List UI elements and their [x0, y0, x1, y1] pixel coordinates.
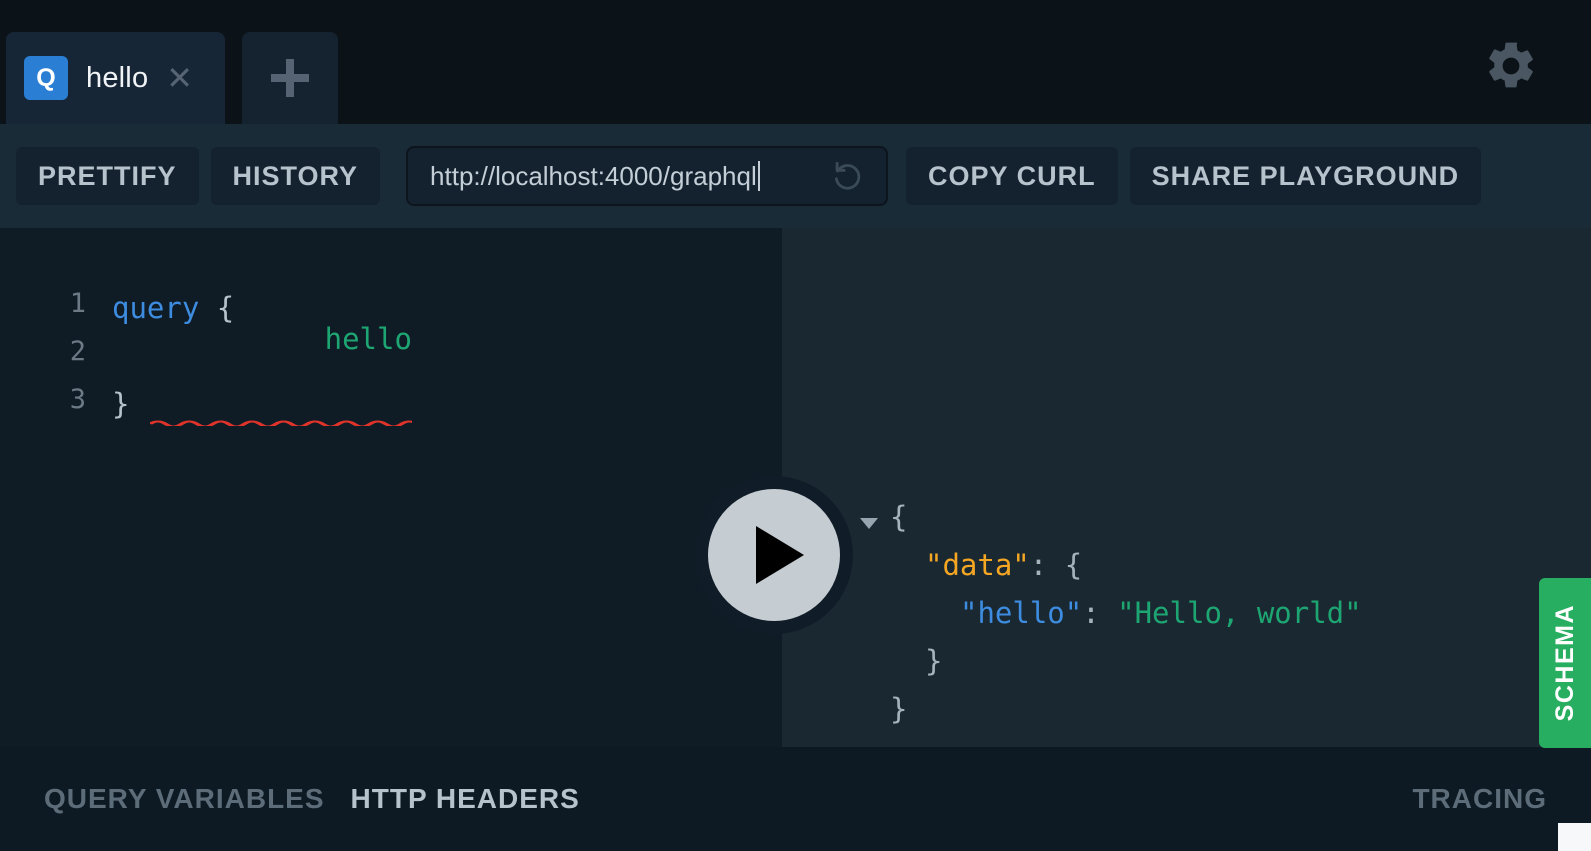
- code-line-2: hello: [150, 332, 412, 380]
- code-line-3: }: [112, 380, 129, 428]
- response-open-brace: {: [890, 500, 907, 534]
- response-key-data: "data": [925, 548, 1030, 582]
- settings-button[interactable]: [1483, 38, 1539, 94]
- tab-hello[interactable]: Q hello ✕: [6, 32, 225, 124]
- endpoint-value: http://localhost:4000/graphql: [430, 161, 757, 192]
- endpoint-input[interactable]: http://localhost:4000/graphql: [406, 146, 888, 206]
- response-key-hello: "hello": [960, 596, 1082, 630]
- response-data-close-brace: }: [925, 644, 942, 678]
- tab-http-headers[interactable]: HTTP HEADERS: [351, 783, 580, 815]
- tab-tracing[interactable]: TRACING: [1412, 783, 1547, 815]
- error-squiggle-icon: [150, 418, 412, 426]
- reset-history-icon: [830, 159, 864, 193]
- response-line-5: }: [890, 685, 907, 733]
- bottom-bar: QUERY VARIABLES HTTP HEADERS TRACING: [0, 747, 1591, 851]
- tab-query-variables[interactable]: QUERY VARIABLES: [44, 783, 325, 815]
- reset-history-button[interactable]: [830, 159, 864, 193]
- gear-icon: [1483, 38, 1539, 94]
- copy-curl-button[interactable]: COPY CURL: [906, 147, 1118, 205]
- schema-tab-label: SCHEMA: [1551, 604, 1580, 721]
- fold-arrow-icon[interactable]: [860, 518, 878, 529]
- close-brace: }: [112, 387, 129, 421]
- playground-root: Q hello ✕ PRETTIFY HISTORY http://localh…: [0, 0, 1591, 851]
- window-resize-handle[interactable]: [1558, 823, 1591, 851]
- field-hello-text: hello: [325, 322, 412, 356]
- history-button[interactable]: HISTORY: [211, 147, 381, 205]
- share-playground-button[interactable]: SHARE PLAYGROUND: [1130, 147, 1482, 205]
- prettify-button[interactable]: PRETTIFY: [16, 147, 199, 205]
- main-split: 1 2 3 query { hello } {: [0, 228, 1591, 747]
- field-hello: hello: [150, 288, 412, 424]
- line-number: 1: [38, 288, 86, 319]
- plus-icon: [271, 59, 309, 97]
- tab-title: hello: [86, 62, 148, 95]
- query-editor-pane[interactable]: 1 2 3 query { hello }: [0, 228, 782, 747]
- response-line-3: "hello": "Hello, world": [960, 589, 1362, 637]
- response-value-hello: "Hello, world": [1117, 596, 1361, 630]
- response-data-open-brace: {: [1065, 548, 1082, 582]
- close-icon[interactable]: ✕: [166, 62, 193, 94]
- tab-badge-letter: Q: [36, 64, 55, 93]
- response-line-1: {: [890, 493, 907, 541]
- line-number: 3: [38, 384, 86, 415]
- text-caret: [758, 161, 760, 191]
- response-colon: :: [1082, 596, 1117, 630]
- response-line-4: }: [925, 637, 942, 685]
- execute-query-button[interactable]: [695, 476, 853, 634]
- add-tab-button[interactable]: [242, 32, 338, 124]
- response-close-brace: }: [890, 692, 907, 726]
- line-number: 2: [38, 336, 86, 367]
- response-colon: :: [1030, 548, 1065, 582]
- response-line-2: "data": {: [925, 541, 1082, 589]
- toolbar: PRETTIFY HISTORY http://localhost:4000/g…: [0, 124, 1591, 228]
- play-icon: [756, 526, 804, 584]
- tab-type-badge: Q: [24, 56, 68, 100]
- schema-tab-button[interactable]: SCHEMA: [1539, 578, 1591, 748]
- response-pane[interactable]: [782, 228, 1591, 747]
- tab-bar: Q hello ✕: [0, 0, 1591, 124]
